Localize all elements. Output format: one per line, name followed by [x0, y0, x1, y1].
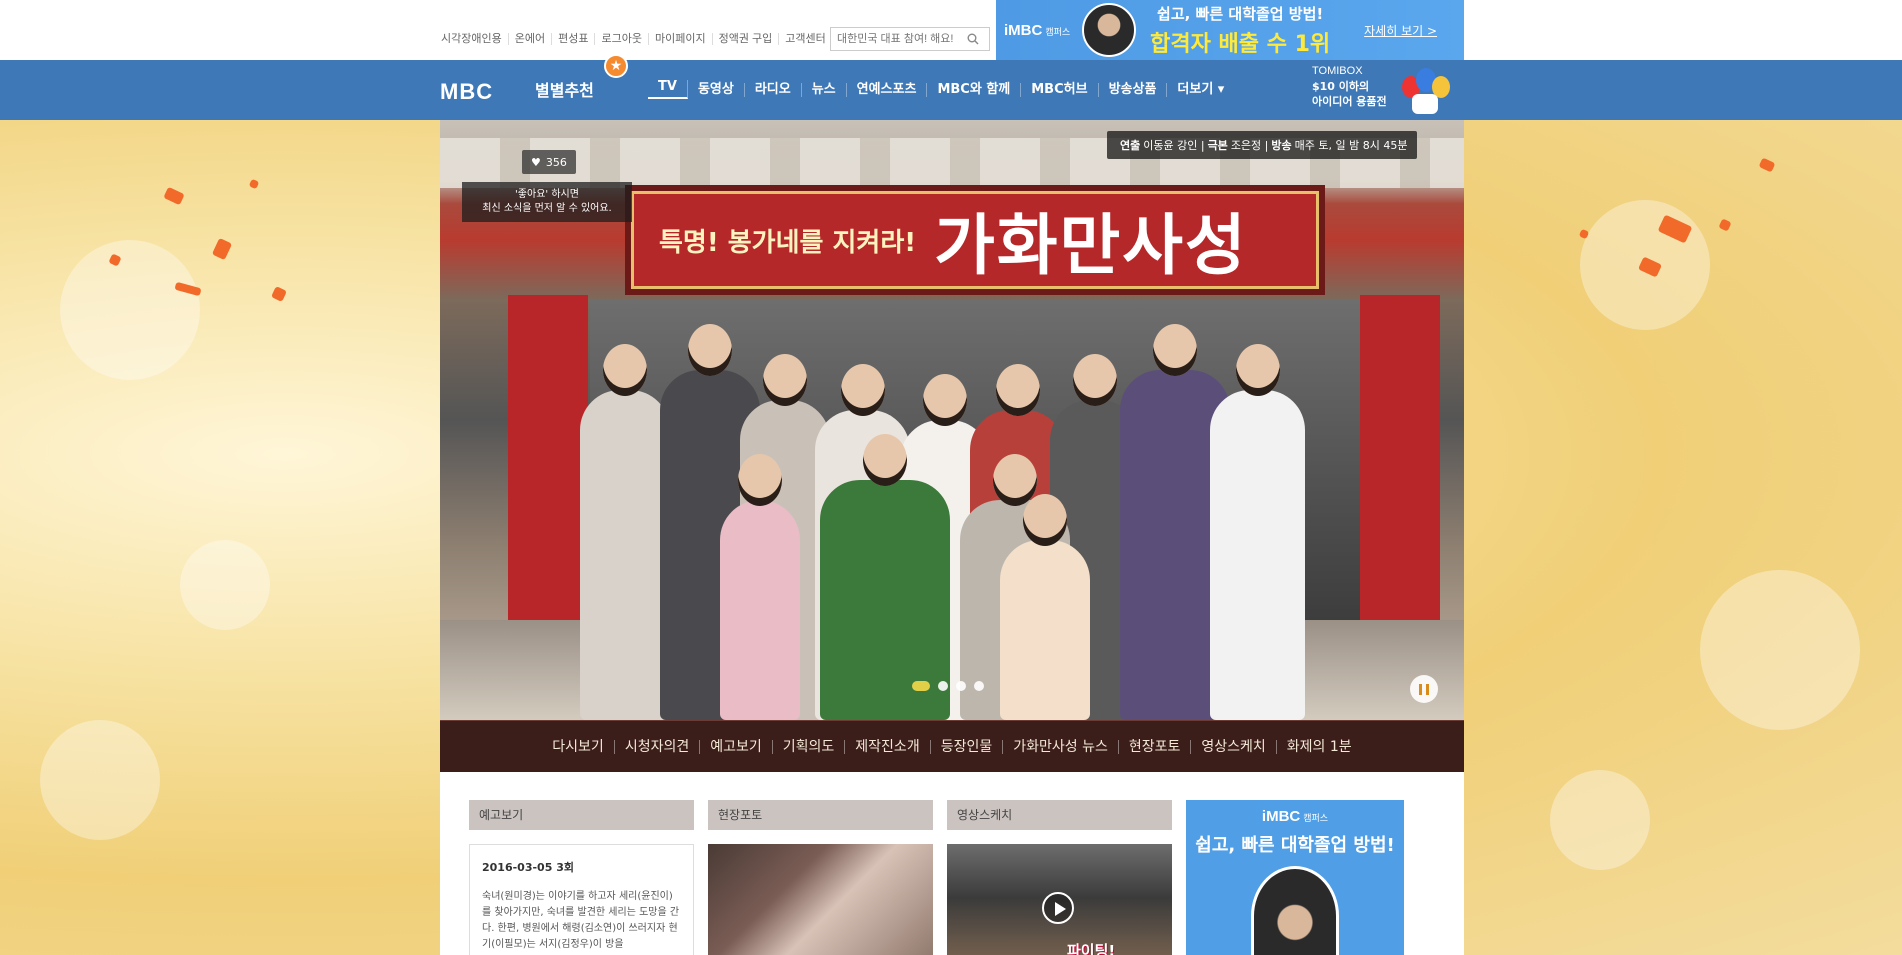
tomibox-title: TOMIBOX — [1312, 65, 1363, 77]
slide-indicators — [908, 681, 988, 691]
slide-dot[interactable] — [938, 681, 948, 691]
nav-item-with-mbc[interactable]: MBC와 함께 — [927, 82, 1022, 97]
preview-section-title[interactable]: 예고보기 — [469, 800, 694, 830]
heart-icon: ♥ — [531, 155, 541, 169]
pause-icon[interactable] — [1410, 675, 1438, 703]
graduate-photo — [1082, 3, 1137, 57]
slide-dot[interactable] — [956, 681, 966, 691]
hero-banner: 특명! 봉가네를 지켜라! 가화만사성 ♥ 356 '좋아요' 하시면 최신 소… — [440, 120, 1464, 720]
nav-item-video[interactable]: 동영상 — [688, 82, 745, 97]
program-menu-preview[interactable]: 예고보기 — [700, 739, 773, 754]
sign-subtitle: 특명! 봉가네를 지켜라! — [659, 227, 917, 258]
cast-photo — [580, 324, 1360, 720]
nav-item-radio[interactable]: 라디오 — [745, 82, 802, 97]
program-credits: 연출 이동윤 강인 | 극본 조은정 | 방송 매주 토, 일 밤 8시 45분 — [1107, 131, 1418, 159]
sign-title: 가화만사성 — [934, 206, 1248, 284]
search-box — [830, 27, 990, 51]
side-ad-copy: 쉽고, 빠른 대학졸업 방법! — [1195, 835, 1395, 856]
slide-dot[interactable] — [974, 681, 984, 691]
program-menu: 다시보기 시청자의견 예고보기 기획의도 제작진소개 등장인물 가화만사성 뉴스… — [440, 720, 1464, 772]
nav-menu: TV 동영상 라디오 뉴스 연예스포츠 MBC와 함께 MBC허브 방송상품 더… — [648, 80, 1234, 99]
show-title-sign: 특명! 봉가네를 지켜라! 가화만사성 — [625, 185, 1325, 295]
util-link-logout[interactable]: 로그아웃 — [595, 33, 649, 45]
nav-item-products[interactable]: 방송상품 — [1099, 82, 1168, 97]
program-menu-sketch[interactable]: 영상스케치 — [1191, 739, 1277, 754]
top-ad-line2: 합격자 배출 수 1위 — [1150, 31, 1331, 57]
program-menu-cast[interactable]: 등장인물 — [931, 739, 1004, 754]
top-ad-line1: 쉽고, 빠른 대학졸업 방법! — [1157, 4, 1324, 23]
program-menu-intent[interactable]: 기획의도 — [773, 739, 846, 754]
util-link-onair[interactable]: 온에어 — [509, 33, 553, 45]
top-ad-copy: 쉽고, 빠른 대학졸업 방법! 합격자 배출 수 1위 — [1150, 3, 1330, 58]
star-recommend-link[interactable]: 별별추천 — [535, 77, 594, 101]
search-input[interactable] — [831, 28, 959, 50]
nav-item-mbc-hub[interactable]: MBC허브 — [1021, 82, 1099, 97]
video-thumbnail[interactable]: 파이팅! — [947, 844, 1172, 955]
side-ad-logo: iMBC 캠퍼스 — [1261, 808, 1329, 825]
util-link-mypage[interactable]: 마이페이지 — [649, 33, 713, 45]
util-link-schedule[interactable]: 편성표 — [552, 33, 596, 45]
utility-bar: 시각장애인용 온에어 편성표 로그아웃 마이페이지 정액권 구입 고객센터 iM… — [0, 0, 1902, 60]
util-link-accessibility[interactable]: 시각장애인용 — [441, 33, 509, 45]
program-menu-staff[interactable]: 제작진소개 — [845, 739, 931, 754]
like-count: 356 — [545, 155, 567, 169]
preview-episode: 2016-03-05 3회 — [482, 861, 574, 874]
video-caption: 파이팅! — [1067, 942, 1116, 955]
side-banner-ad[interactable]: iMBC 캠퍼스 쉽고, 빠른 대학졸업 방법! — [1186, 800, 1404, 955]
preview-card[interactable]: 2016-03-05 3회 숙녀(원미경)는 이야기를 하고자 세리(윤진이)를… — [469, 844, 694, 955]
program-menu-hot-minute[interactable]: 화제의 1분 — [1277, 740, 1362, 754]
slide-dot[interactable] — [912, 681, 930, 691]
star-badge-icon: ★ — [604, 54, 628, 78]
nav-item-news[interactable]: 뉴스 — [802, 82, 847, 97]
program-menu-opinions[interactable]: 시청자의견 — [615, 739, 701, 754]
util-link-subscription[interactable]: 정액권 구입 — [713, 33, 780, 45]
content-area: 예고보기 현장포토 영상스케치 2016-03-05 3회 숙녀(원미경)는 이… — [440, 772, 1464, 955]
preview-description: 숙녀(원미경)는 이야기를 하고자 세리(윤진이)를 찾아가지만, 숙녀를 발견… — [482, 891, 680, 950]
photo-thumbnail[interactable] — [708, 844, 933, 955]
util-link-support[interactable]: 고객센터 — [779, 33, 831, 45]
mbc-logo[interactable]: MBC — [440, 79, 493, 105]
graduate-photo — [1251, 866, 1339, 955]
play-icon[interactable] — [1042, 892, 1074, 924]
like-tooltip: '좋아요' 하시면 최신 소식을 먼저 알 수 있어요. — [462, 182, 632, 222]
program-menu-photos[interactable]: 현장포토 — [1119, 739, 1192, 754]
tomibox-ad[interactable]: TOMIBOX $10 이하의 아이디어 용품전 — [1312, 64, 1387, 109]
tomibox-line1: $10 이하의 — [1312, 80, 1370, 93]
gift-balloons-icon — [1398, 64, 1456, 116]
program-menu-replay[interactable]: 다시보기 — [542, 739, 615, 754]
top-ad-more-link[interactable]: 자세히 보기 > — [1364, 22, 1437, 39]
nav-item-entertainment[interactable]: 연예스포츠 — [847, 82, 928, 97]
sketch-section-title[interactable]: 영상스케치 — [947, 800, 1172, 830]
photo-section-title[interactable]: 현장포토 — [708, 800, 933, 830]
program-menu-news[interactable]: 가화만사성 뉴스 — [1003, 739, 1119, 754]
nav-item-more[interactable]: 더보기 ▾ — [1167, 82, 1234, 97]
utility-links: 시각장애인용 온에어 편성표 로그아웃 마이페이지 정액권 구입 고객센터 — [441, 33, 832, 45]
search-icon[interactable] — [959, 28, 987, 50]
tomibox-line2: 아이디어 용품전 — [1312, 95, 1387, 108]
nav-item-tv[interactable]: TV — [648, 80, 688, 99]
top-banner-ad[interactable]: iMBC 캠퍼스 쉽고, 빠른 대학졸업 방법! 합격자 배출 수 1위 자세히 … — [996, 0, 1464, 60]
main-nav: MBC 별별추천 ★ TV 동영상 라디오 뉴스 연예스포츠 MBC와 함께 M… — [0, 54, 1902, 120]
imbc-campus-logo: iMBC 캠퍼스 — [1004, 21, 1071, 39]
like-button[interactable]: ♥ 356 — [522, 150, 576, 174]
